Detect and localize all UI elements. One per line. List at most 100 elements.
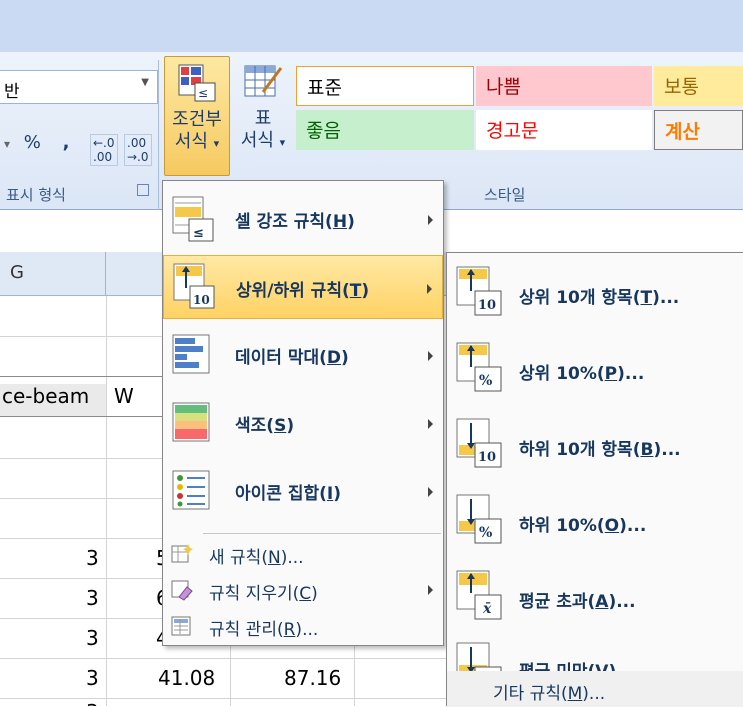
top-bottom-rules-icon: 10 — [172, 262, 216, 315]
cell-style-neutral[interactable]: 보통 — [654, 66, 743, 106]
column-header-g[interactable]: G — [0, 252, 106, 296]
menu-label: 상위/하위 규칙(T) — [236, 281, 370, 301]
grid-line — [0, 578, 164, 579]
menu-label: 아이콘 집합(I) — [235, 484, 342, 504]
header-cell-h[interactable]: W — [114, 384, 134, 408]
menu-label: 상위 10%(P)... — [519, 364, 645, 384]
menu-label: 새 규칙(N)... — [209, 548, 304, 568]
menu-item-top-bottom-rules[interactable]: 10 상위/하위 규칙(T) — [163, 255, 443, 319]
highlight-rules-icon: ≤ — [171, 195, 215, 248]
cell-g-1[interactable]: 3 — [86, 546, 99, 570]
cell-i-4[interactable]: 87.16 — [284, 666, 341, 690]
percent-style-button[interactable]: % — [24, 132, 41, 153]
above-average-icon: x̄ — [455, 569, 503, 626]
number-group-label: 표시 형식 — [6, 186, 66, 204]
submenu-item-bottom-10-percent[interactable]: % 하위 10%(O)... — [447, 485, 743, 557]
data-bars-icon — [171, 333, 215, 382]
submenu-item-top-10[interactable]: 10 상위 10개 항목(T)... — [447, 257, 743, 329]
cell-style-calculation[interactable]: 계산 — [654, 110, 743, 150]
grid-line — [0, 538, 164, 539]
cell-g-2[interactable]: 3 — [86, 586, 99, 610]
grid-line — [106, 296, 107, 706]
styles-group-label: 스타일 — [484, 186, 526, 204]
grid-line — [0, 376, 164, 377]
bottom-10-percent-icon: % — [455, 493, 503, 550]
menu-label: 데이터 막대(D) — [235, 348, 349, 368]
menu-label: 색조(S) — [235, 416, 295, 436]
grid-line — [0, 458, 164, 459]
submenu-arrow-icon — [428, 585, 433, 595]
number-format-dropdown[interactable]: 반 ▼ — [0, 70, 158, 104]
grid-line — [0, 336, 164, 337]
menu-item-manage-rules[interactable]: 규칙 관리(R)... — [163, 609, 443, 643]
cf-label-line2: 서식 ▾ — [174, 131, 220, 152]
menu-separator — [203, 533, 441, 534]
menu-label: 상위 10개 항목(T)... — [519, 288, 680, 308]
cell-g-3[interactable]: 3 — [86, 626, 99, 650]
number-format-value: 반 — [4, 82, 20, 102]
svg-text:%: % — [479, 373, 492, 389]
manage-rules-icon — [171, 615, 193, 642]
grid-line — [0, 416, 164, 417]
menu-item-highlight-rules[interactable]: ≤ 셀 강조 규칙(H) — [163, 187, 443, 251]
submenu-arrow-icon — [427, 284, 432, 294]
icon-sets-icon — [171, 469, 215, 518]
menu-label: 하위 10%(O)... — [519, 516, 647, 536]
dialog-launcher-icon[interactable] — [137, 184, 149, 196]
conditional-formatting-icon: ≤ — [177, 63, 217, 103]
cell-g-5[interactable]: 3 — [86, 700, 99, 706]
menu-item-new-rule[interactable]: 새 규칙(N)... — [163, 537, 443, 571]
chevron-down-icon[interactable]: ▾ — [4, 137, 10, 151]
format-table-icon — [243, 62, 283, 102]
menu-label: 기타 규칙(M)... — [493, 684, 606, 704]
menu-item-clear-rules[interactable]: 규칙 지우기(C) — [163, 573, 443, 607]
chevron-down-icon[interactable]: ▼ — [141, 77, 149, 88]
eraser-icon — [171, 579, 193, 606]
grid-line — [0, 658, 450, 659]
grid-line — [0, 498, 164, 499]
svg-text:≤: ≤ — [198, 86, 208, 100]
menu-label: 규칙 관리(R)... — [209, 620, 319, 640]
cell-style-bad[interactable]: 나쁨 — [476, 66, 652, 106]
submenu-item-more-rules[interactable]: 기타 규칙(M)... — [447, 673, 743, 707]
menu-item-data-bars[interactable]: 데이터 막대(D) — [163, 323, 443, 387]
conditional-formatting-menu: ≤ 셀 강조 규칙(H) 10 상위/하위 규칙(T) 데이터 막대(D) 색조… — [162, 180, 444, 646]
svg-text:x̄: x̄ — [482, 601, 492, 617]
cell-style-good[interactable]: 좋음 — [296, 110, 474, 150]
new-rule-icon — [171, 543, 193, 570]
submenu-arrow-icon — [428, 419, 433, 429]
svg-text:≤: ≤ — [193, 226, 204, 241]
submenu-item-above-average[interactable]: x̄ 평균 초과(A)... — [447, 561, 743, 633]
submenu-arrow-icon — [428, 215, 433, 225]
header-cell-g[interactable]: ce-beam — [0, 384, 106, 416]
increase-decimal-icon[interactable]: ←.0.00 — [90, 134, 118, 166]
decrease-decimal-icon[interactable]: .00 →.0 — [124, 134, 152, 166]
menu-item-color-scales[interactable]: 색조(S) — [163, 391, 443, 455]
submenu-arrow-icon — [428, 487, 433, 497]
cell-style-warning[interactable]: 경고문 — [476, 110, 652, 150]
svg-text:10: 10 — [193, 293, 210, 307]
menu-label: 하위 10개 항목(B)... — [519, 440, 681, 460]
submenu-item-bottom-10[interactable]: 10 하위 10개 항목(B)... — [447, 409, 743, 481]
svg-text:%: % — [479, 525, 492, 541]
group-separator — [158, 60, 159, 210]
format-as-table-button[interactable]: 표 서식 ▾ — [232, 56, 294, 176]
submenu-item-top-10-percent[interactable]: % 상위 10%(P)... — [447, 333, 743, 405]
cf-label-line1: 조건부 — [172, 109, 222, 130]
number-buttons-row: ▾ % , — [4, 132, 69, 153]
comma-style-button[interactable]: , — [63, 132, 70, 153]
title-bar — [0, 0, 743, 52]
menu-label: 규칙 지우기(C) — [209, 584, 318, 604]
conditional-formatting-button[interactable]: ≤ 조건부 서식 ▾ — [164, 56, 230, 176]
cell-g-4[interactable]: 3 — [86, 666, 99, 690]
svg-text:10: 10 — [478, 450, 496, 465]
cell-style-normal[interactable]: 표준 — [296, 66, 474, 106]
menu-item-icon-sets[interactable]: 아이콘 집합(I) — [163, 459, 443, 523]
table-label-line1: 표 — [254, 108, 272, 129]
menu-label: 셀 강조 규칙(H) — [235, 212, 355, 232]
grid-line — [0, 618, 164, 619]
table-label-line2: 서식 ▾ — [240, 130, 286, 151]
decimal-buttons: ←.0.00 .00 →.0 — [86, 132, 158, 166]
color-scales-icon — [171, 401, 215, 450]
cell-h-4[interactable]: 41.08 — [158, 666, 215, 690]
